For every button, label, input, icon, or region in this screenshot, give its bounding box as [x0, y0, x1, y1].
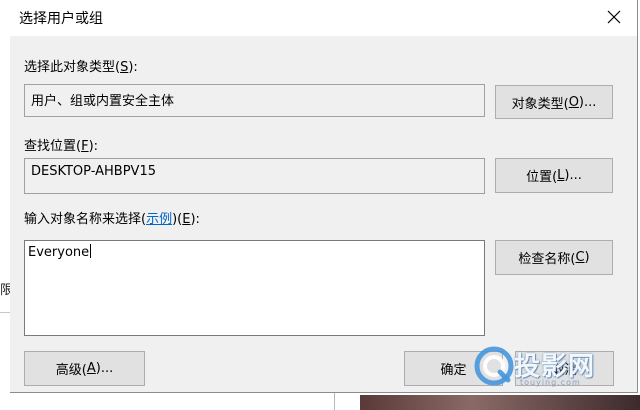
- advanced-button[interactable]: 高级(A)...: [24, 351, 145, 386]
- background-image-strip: [360, 395, 640, 410]
- close-button[interactable]: [591, 0, 637, 33]
- text-caret: [90, 244, 92, 258]
- background-column-divider: [334, 393, 335, 410]
- object-names-input[interactable]: Everyone: [24, 240, 485, 336]
- background-divider: [0, 312, 10, 313]
- close-icon: [607, 10, 621, 23]
- title-bar: 选择用户或组: [10, 0, 637, 36]
- select-users-or-groups-dialog: 选择用户或组 选择此对象类型(S): 用户、组或内置安全主体 对象类型(O)..…: [10, 0, 638, 393]
- locations-button[interactable]: 位置(L)...: [495, 158, 613, 193]
- examples-link[interactable]: 示例: [146, 212, 172, 227]
- object-names-label: 输入对象名称来选择(示例)(E):: [24, 212, 200, 227]
- cancel-button[interactable]: 取消: [515, 351, 614, 386]
- object-type-label: 选择此对象类型(S):: [24, 60, 138, 75]
- location-label: 查找位置(F):: [24, 139, 99, 154]
- object-names-value: Everyone: [28, 245, 90, 260]
- check-names-button[interactable]: 检查名称(C): [495, 240, 613, 275]
- location-field: DESKTOP-AHBPV15: [24, 158, 485, 194]
- object-type-field: 用户、组或内置安全主体: [24, 84, 485, 117]
- dialog-title: 选择用户或组: [19, 11, 103, 27]
- object-types-button[interactable]: 对象类型(O)...: [495, 85, 613, 119]
- ok-button[interactable]: 确定: [404, 351, 503, 386]
